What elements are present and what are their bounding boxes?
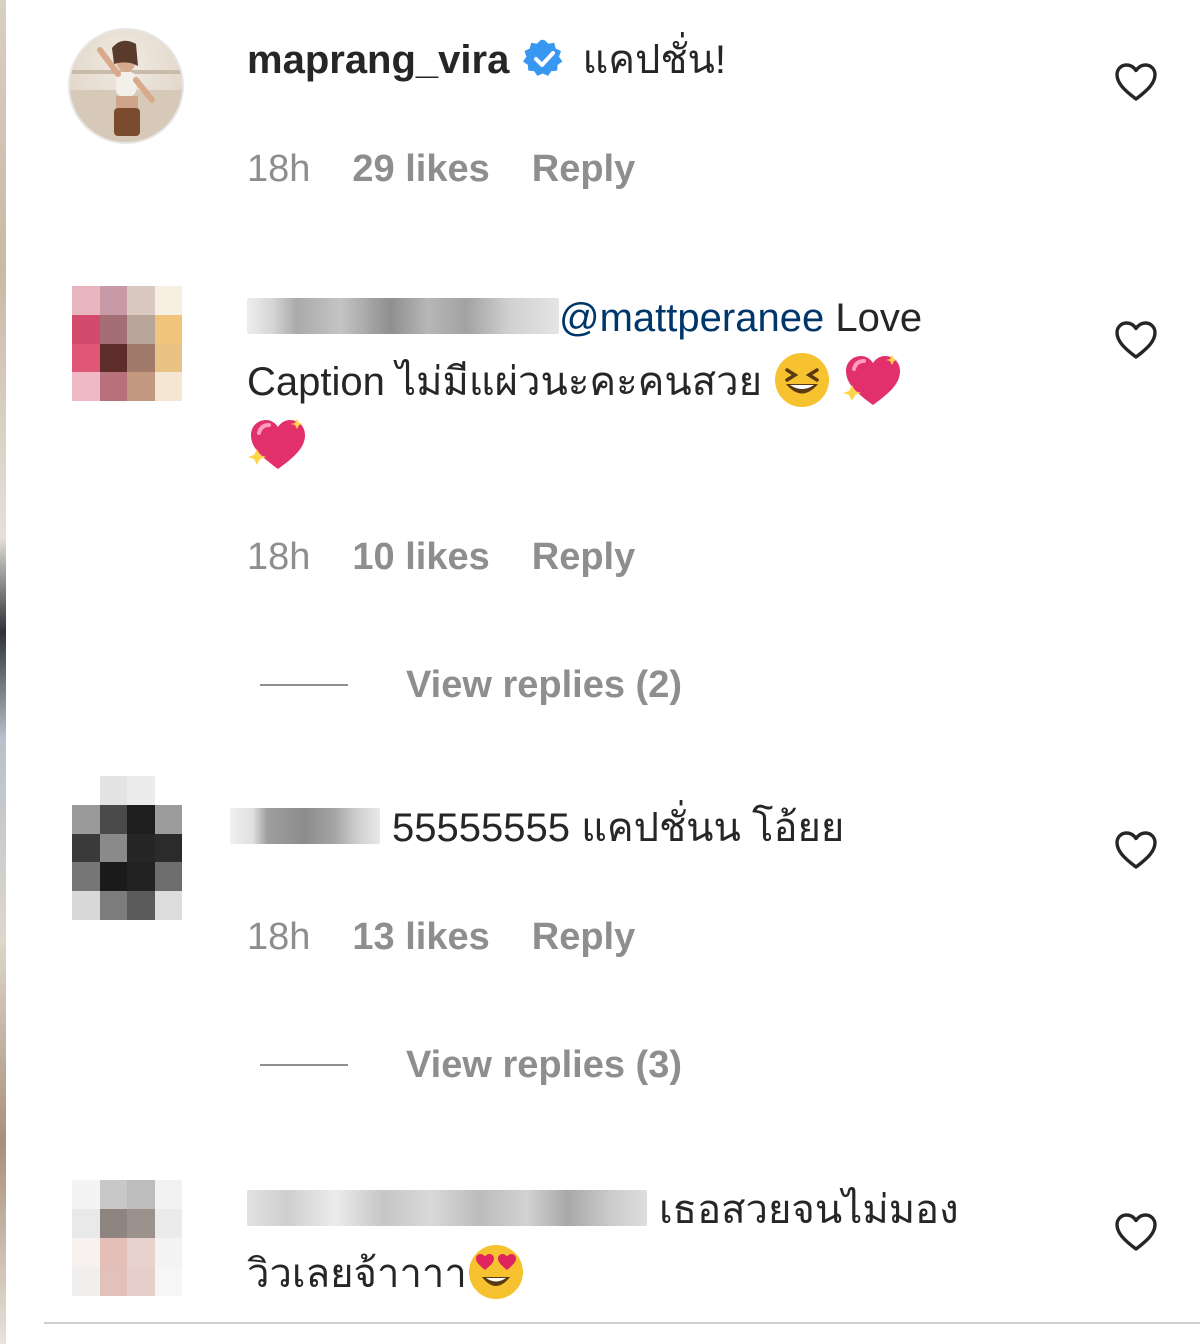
comment-time[interactable]: 18h	[247, 536, 310, 578]
sparkling-heart-icon	[842, 351, 901, 409]
reply-button[interactable]: Reply	[532, 148, 635, 190]
comment-mention[interactable]: @mattperanee	[559, 296, 824, 340]
comment-likes[interactable]: 13 likes	[352, 916, 489, 958]
comment-text: 55555555 แคปชั่นน โอ้ยย	[392, 806, 845, 850]
heart-eyes-face-icon	[467, 1243, 525, 1301]
blurred-username[interactable]	[247, 298, 559, 335]
view-replies-button[interactable]: View replies (3)	[260, 1040, 682, 1090]
comment-text: Love	[835, 296, 923, 340]
comment-meta: 18h 10 likes Reply	[247, 536, 677, 579]
avatar[interactable]	[72, 1180, 182, 1296]
comment-username[interactable]: maprang_vira	[247, 38, 509, 82]
comment-text: วิวเลยจ้าาาา	[247, 1252, 467, 1296]
comment-body: maprang_vira แคปชั่น!	[247, 28, 1050, 92]
comment-text: เธอสวยจนไม่มอง	[659, 1188, 959, 1232]
avatar[interactable]	[72, 286, 182, 401]
divider	[260, 1064, 348, 1066]
comment-likes[interactable]: 10 likes	[352, 536, 489, 578]
comment-body: เธอสวยจนไม่มอง วิวเลยจ้าาาา	[247, 1178, 1050, 1306]
divider	[260, 684, 348, 686]
view-replies-label: View replies (3)	[406, 1043, 682, 1086]
grinning-squinting-face-icon	[773, 351, 831, 409]
background-photo-edge	[0, 0, 6, 1344]
heart-outline-icon[interactable]	[1114, 62, 1158, 102]
comment-likes[interactable]: 29 likes	[352, 148, 489, 190]
view-replies-button[interactable]: View replies (2)	[260, 660, 682, 710]
reply-button[interactable]: Reply	[532, 916, 635, 958]
comments-panel: maprang_vira แคปชั่น! 18h 29 likes Reply @…	[0, 0, 1200, 1344]
comment-text: Caption ไม่มีแผ่วนะคะคนสวย	[247, 360, 762, 404]
comment-meta: 18h 29 likes Reply	[247, 148, 677, 191]
view-replies-label: View replies (2)	[406, 663, 682, 706]
blurred-username[interactable]	[247, 1190, 647, 1227]
comment-body: 55555555 แคปชั่นน โอ้ยย	[230, 796, 1050, 860]
heart-outline-icon[interactable]	[1114, 320, 1158, 360]
comment-time[interactable]: 18h	[247, 148, 310, 190]
comment-time[interactable]: 18h	[247, 916, 310, 958]
verified-badge-icon	[523, 35, 565, 77]
comment-body: @mattperanee Love Caption ไม่มีแผ่วนะคะค…	[247, 286, 1050, 478]
reply-button[interactable]: Reply	[532, 536, 635, 578]
blurred-username[interactable]	[230, 808, 380, 845]
avatar[interactable]	[68, 28, 184, 144]
sparkling-heart-icon	[247, 415, 305, 473]
divider	[44, 1322, 1200, 1324]
avatar[interactable]	[72, 776, 182, 920]
comment-text: แคปชั่น!	[582, 38, 727, 82]
heart-outline-icon[interactable]	[1114, 830, 1158, 870]
heart-outline-icon[interactable]	[1114, 1212, 1158, 1252]
comment-meta: 18h 13 likes Reply	[247, 916, 677, 959]
